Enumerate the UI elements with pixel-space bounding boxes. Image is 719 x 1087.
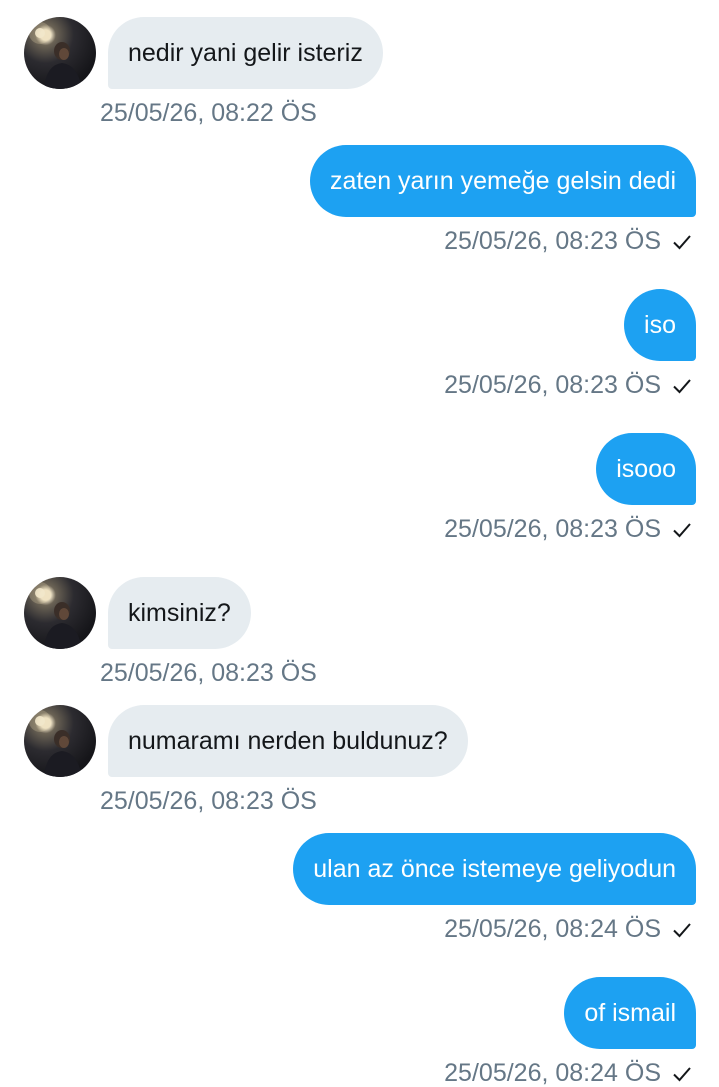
message-bubble[interactable]: of ismail [564,977,696,1049]
message-meta: 25/05/26, 08:24 ÖS [444,1061,693,1086]
check-icon [671,1063,693,1085]
message-meta: 25/05/26, 08:24 ÖS [444,917,693,942]
check-icon [671,231,693,253]
avatar-photo [29,22,82,89]
message-timestamp: 25/05/26, 08:23 ÖS [444,371,661,399]
message-bubble[interactable]: ulan az önce istemeye geliyodun [293,833,696,905]
message-timestamp: 25/05/26, 08:23 ÖS [444,227,661,255]
sender-avatar[interactable] [24,705,96,777]
message-timestamp: 25/05/26, 08:23 ÖS [100,659,317,687]
message-bubble[interactable]: isooo [596,433,696,505]
avatar-photo [29,582,82,649]
message-meta: 25/05/26, 08:23 ÖS [444,373,693,398]
check-icon [671,375,693,397]
message-bubble[interactable]: zaten yarın yemeğe gelsin dedi [309,145,696,217]
message-bubble[interactable]: numaramı nerden buldunuz? [108,705,468,777]
message-bubble[interactable]: nedir yani gelir isteriz [108,17,383,89]
message-meta: 25/05/26, 08:23 ÖS [444,517,693,542]
check-icon [671,519,693,541]
conversation-thread: nedir yani gelir isteriz 25/05/26, 08:22… [0,0,719,1086]
message-bubble[interactable]: iso [624,289,696,361]
message-timestamp: 25/05/26, 08:24 ÖS [444,1059,661,1087]
message-timestamp: 25/05/26, 08:23 ÖS [444,515,661,543]
message-timestamp: 25/05/26, 08:24 ÖS [444,915,661,943]
sender-avatar[interactable] [24,577,96,649]
message-timestamp: 25/05/26, 08:23 ÖS [100,787,317,815]
message-bubble[interactable]: kimsiniz? [108,577,251,649]
message-meta: 25/05/26, 08:23 ÖS [444,229,693,254]
check-icon [671,919,693,941]
avatar-photo [29,710,82,777]
sender-avatar[interactable] [24,17,96,89]
message-timestamp: 25/05/26, 08:22 ÖS [100,99,317,127]
